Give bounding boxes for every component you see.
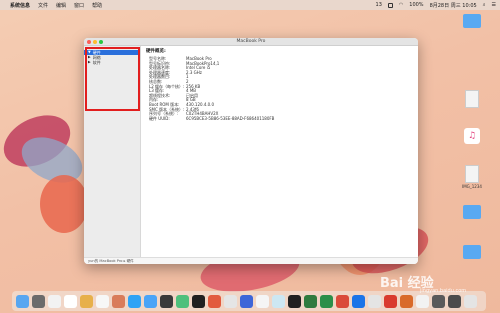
dock-app-icon[interactable] [320, 294, 333, 308]
dock-app-icon[interactable] [240, 294, 253, 308]
dock-app-icon[interactable] [400, 294, 413, 308]
dock-app-icon[interactable] [224, 294, 237, 308]
sidebar: ▼ 硬件 ▶ 网络 ▶ 软件 [84, 46, 141, 264]
dock-app-icon[interactable] [288, 294, 301, 308]
file-icon [465, 90, 479, 108]
file-icon [465, 165, 479, 183]
dock-app-icon[interactable] [192, 294, 205, 308]
path-bar: yun的 MacBook Pro ▸ 硬件 [84, 257, 418, 264]
dock-app-icon[interactable] [96, 294, 109, 308]
dock-app-icon[interactable] [16, 294, 29, 308]
dock-app-icon[interactable] [80, 294, 93, 308]
section-title: 硬件概览: [146, 49, 166, 54]
status-count[interactable]: 13 [376, 2, 382, 8]
desktop-folder[interactable] [452, 14, 492, 29]
dock-app-icon[interactable] [48, 294, 61, 308]
menu-bar: 系统信息 文件 编辑 窗口 帮助 13 ◠ 100% 8月28日 周三 10:0… [0, 0, 500, 10]
dock [12, 291, 486, 311]
dock-app-icon[interactable] [432, 294, 445, 308]
close-icon[interactable] [87, 40, 91, 44]
desktop-folder[interactable] [452, 205, 492, 220]
highlight-box [85, 47, 140, 111]
battery-percent[interactable]: 100% [409, 2, 423, 8]
desktop-file[interactable]: ♫ [452, 128, 492, 145]
window-title: MacBook Pro [236, 39, 266, 44]
menu-status-area: 13 ◠ 100% 8月28日 周三 10:05 ⌕ ☰ [376, 2, 496, 9]
detail-pane: 硬件概览: 型号名称: MacBook Pro 型号标识符: MacBookPro14… [146, 48, 414, 254]
minimize-icon[interactable] [93, 40, 97, 44]
wifi-icon[interactable]: ◠ [399, 2, 403, 8]
folder-icon [463, 14, 481, 28]
dock-app-icon[interactable] [256, 294, 269, 308]
status-icon[interactable] [387, 2, 393, 8]
menu-item-file[interactable]: 文件 [38, 2, 48, 9]
dock-app-icon[interactable] [208, 294, 221, 308]
dock-app-icon[interactable] [144, 294, 157, 308]
clock[interactable]: 8月28日 周三 10:05 [430, 2, 477, 9]
dock-app-icon[interactable] [416, 294, 429, 308]
dock-app-icon[interactable] [272, 294, 285, 308]
window-controls [87, 40, 103, 44]
dock-app-icon[interactable] [448, 294, 461, 308]
folder-icon [463, 245, 481, 259]
zoom-icon[interactable] [99, 40, 103, 44]
path-text: yun的 MacBook Pro ▸ 硬件 [88, 258, 134, 263]
system-info-window: MacBook Pro ▼ 硬件 ▶ 网络 ▶ 软件 硬件概览: 型号名称: Ma… [84, 38, 418, 264]
menu-item-window[interactable]: 窗口 [74, 2, 84, 9]
info-key: 硬件 UUID: [149, 115, 170, 121]
desktop-file[interactable]: IMG_1234 [452, 165, 492, 189]
info-value: 6C95BCE3-5B86-53EE-88AD-F686401180FB [186, 115, 275, 121]
dock-app-icon[interactable] [160, 294, 173, 308]
dock-app-icon[interactable] [128, 294, 141, 308]
folder-icon [463, 205, 481, 219]
window-titlebar[interactable]: MacBook Pro [84, 38, 418, 46]
dock-app-icon[interactable] [368, 294, 381, 308]
desktop-file[interactable] [452, 90, 492, 109]
dock-app-icon[interactable] [352, 294, 365, 308]
music-note-icon: ♫ [464, 128, 480, 144]
menu-item-edit[interactable]: 编辑 [56, 2, 66, 9]
menu-list-icon[interactable]: ☰ [492, 2, 496, 8]
info-row: 硬件 UUID: 6C95BCE3-5B86-53EE-88AD-F6864011… [146, 115, 414, 122]
dock-app-icon[interactable] [32, 294, 45, 308]
menu-app-name[interactable]: 系统信息 [10, 2, 30, 9]
wallpaper-petal [40, 175, 88, 233]
watermark-url: jingyan.baidu.com [420, 288, 467, 294]
desktop-folder[interactable] [452, 245, 492, 260]
dock-app-icon[interactable] [336, 294, 349, 308]
dock-app-icon[interactable] [176, 294, 189, 308]
search-icon[interactable]: ⌕ [483, 2, 486, 8]
menu-item-help[interactable]: 帮助 [92, 2, 102, 9]
dock-app-icon[interactable] [304, 294, 317, 308]
dock-app-icon[interactable] [112, 294, 125, 308]
dock-app-icon[interactable] [464, 294, 477, 308]
dock-app-icon[interactable] [64, 294, 77, 308]
hardware-overview-list: 型号名称: MacBook Pro 型号标识符: MacBookPro14,1 处理器名… [146, 56, 414, 122]
dock-app-icon[interactable] [384, 294, 397, 308]
